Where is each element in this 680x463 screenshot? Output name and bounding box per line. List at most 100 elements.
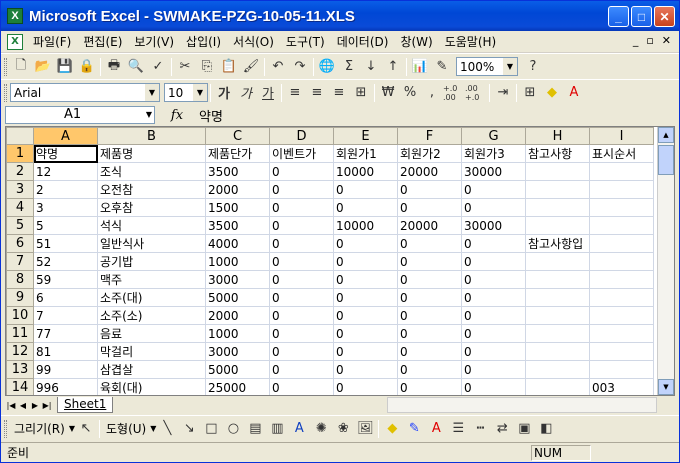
shadow-icon[interactable]: ▣ xyxy=(513,418,535,440)
cell[interactable]: 5000 xyxy=(205,288,270,307)
cell[interactable]: 6 xyxy=(33,288,98,307)
menu-item[interactable]: 삽입(I) xyxy=(180,33,227,50)
chevron-down-icon[interactable]: ▼ xyxy=(145,84,159,101)
cell[interactable] xyxy=(525,180,590,199)
line-color-icon[interactable]: ✎ xyxy=(403,418,425,440)
cell[interactable]: 0 xyxy=(397,234,462,253)
cell[interactable] xyxy=(589,288,654,307)
title-bar[interactable]: X Microsoft Excel - SWMAKE-PZG-10-05-11.… xyxy=(1,1,679,31)
cell[interactable]: 12 xyxy=(33,162,98,181)
cell[interactable]: 0 xyxy=(269,162,334,181)
cell[interactable]: 0 xyxy=(397,252,462,271)
cell[interactable]: 0 xyxy=(269,288,334,307)
cell[interactable]: 석식 xyxy=(97,216,206,235)
column-header[interactable]: C xyxy=(205,127,270,145)
wordart-icon[interactable]: A xyxy=(288,418,310,440)
cell[interactable] xyxy=(525,360,590,379)
maximize-button[interactable]: □ xyxy=(631,6,652,27)
fill-color-icon[interactable]: ◆ xyxy=(381,418,403,440)
cell[interactable]: 회원가3 xyxy=(461,144,526,163)
cell[interactable]: 소주(소) xyxy=(97,306,206,325)
cell[interactable]: 막걸리 xyxy=(97,342,206,361)
cell[interactable]: 0 xyxy=(461,378,526,395)
cell[interactable]: 0 xyxy=(269,216,334,235)
arrow-style-icon[interactable]: ⇄ xyxy=(491,418,513,440)
cell[interactable]: 맥주 xyxy=(97,270,206,289)
comma-button[interactable]: , xyxy=(421,82,443,104)
cell[interactable]: 0 xyxy=(269,360,334,379)
cell[interactable]: 0 xyxy=(397,198,462,217)
select-all-corner[interactable] xyxy=(6,127,34,145)
cell[interactable]: 0 xyxy=(269,306,334,325)
row-header[interactable]: 10 xyxy=(6,306,34,325)
cell[interactable]: 0 xyxy=(461,198,526,217)
row-header[interactable]: 6 xyxy=(6,234,34,253)
cell[interactable]: 2000 xyxy=(205,180,270,199)
zoom-select[interactable]: 100% ▼ xyxy=(456,57,518,76)
open-icon[interactable]: 📂 xyxy=(32,56,54,78)
arrow-icon[interactable]: ↘ xyxy=(178,418,200,440)
sort-descending-icon[interactable]: ↑ xyxy=(382,56,404,78)
font-color-icon[interactable]: A xyxy=(563,82,585,104)
workbook-minimize-button[interactable]: _ xyxy=(633,34,639,47)
toolbar-grip[interactable] xyxy=(4,83,7,102)
redo-icon[interactable]: ↷ xyxy=(289,56,311,78)
cell[interactable] xyxy=(589,198,654,217)
menu-item[interactable]: 편집(E) xyxy=(77,33,128,50)
cell[interactable]: 2 xyxy=(33,180,98,199)
cell[interactable]: 5000 xyxy=(205,360,270,379)
cell[interactable]: 5 xyxy=(33,216,98,235)
cell[interactable] xyxy=(525,198,590,217)
cell[interactable]: 0 xyxy=(269,378,334,395)
row-header[interactable]: 1 xyxy=(6,144,34,163)
workbook-close-button[interactable]: ✕ xyxy=(662,34,671,47)
cell[interactable]: 약명 xyxy=(33,144,98,163)
menu-item[interactable]: 도움말(H) xyxy=(439,33,503,50)
menu-item[interactable]: 창(W) xyxy=(394,33,438,50)
select-objects-icon[interactable]: ↖ xyxy=(75,418,97,440)
close-button[interactable]: ✕ xyxy=(654,6,675,27)
menu-item[interactable]: 서식(O) xyxy=(227,33,280,50)
column-header[interactable]: H xyxy=(525,127,590,145)
cell[interactable]: 0 xyxy=(333,180,398,199)
cell[interactable]: 30000 xyxy=(461,162,526,181)
italic-button[interactable]: 가 xyxy=(235,82,257,104)
diagram-icon[interactable]: ✺ xyxy=(310,418,332,440)
menu-item[interactable]: 도구(T) xyxy=(280,33,331,50)
row-header[interactable]: 5 xyxy=(6,216,34,235)
hyperlink-icon[interactable]: 🌐 xyxy=(316,56,338,78)
clipart-icon[interactable]: ❀ xyxy=(332,418,354,440)
vertical-textbox-icon[interactable]: ▥ xyxy=(266,418,288,440)
cell[interactable] xyxy=(589,216,654,235)
row-header[interactable]: 8 xyxy=(6,270,34,289)
print-icon[interactable]: 🖶 xyxy=(103,56,125,78)
toolbar-grip[interactable] xyxy=(4,57,7,76)
picture-icon[interactable]: 🖼 xyxy=(354,418,376,440)
cell[interactable]: 조식 xyxy=(97,162,206,181)
cell[interactable]: 52 xyxy=(33,252,98,271)
row-header[interactable]: 9 xyxy=(6,288,34,307)
format-painter-icon[interactable]: 🖌 xyxy=(240,56,262,78)
cell[interactable]: 0 xyxy=(397,342,462,361)
row-header[interactable]: 12 xyxy=(6,342,34,361)
cell[interactable] xyxy=(589,360,654,379)
cell[interactable] xyxy=(525,306,590,325)
cell[interactable]: 소주(대) xyxy=(97,288,206,307)
currency-button[interactable]: ₩ xyxy=(377,82,399,104)
name-box[interactable]: A1 ▼ xyxy=(5,106,155,124)
font-color-icon[interactable]: A xyxy=(425,418,447,440)
cell[interactable]: 삼겹살 xyxy=(97,360,206,379)
column-header[interactable]: B xyxy=(97,127,206,145)
autoshapes-menu-button[interactable]: 도형(U) xyxy=(102,420,150,437)
cell[interactable]: 3500 xyxy=(205,216,270,235)
textbox-icon[interactable]: ▤ xyxy=(244,418,266,440)
cell[interactable]: 81 xyxy=(33,342,98,361)
vertical-scrollbar[interactable]: ▲ ▼ xyxy=(657,127,674,395)
save-icon[interactable]: 💾 xyxy=(54,56,76,78)
align-left-icon[interactable]: ≡ xyxy=(284,82,306,104)
fill-color-icon[interactable]: ◆ xyxy=(541,82,563,104)
menu-item[interactable]: 데이터(D) xyxy=(331,33,395,50)
cell[interactable]: 0 xyxy=(333,252,398,271)
cell[interactable] xyxy=(589,270,654,289)
scroll-thumb[interactable] xyxy=(658,145,674,175)
